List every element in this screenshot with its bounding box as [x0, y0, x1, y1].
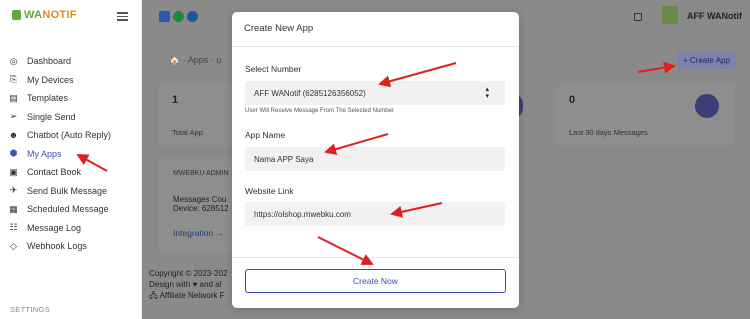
sidebar-menu: ◎ Dashboard ⎘ My Devices ▤ Templates ➢ Single S…: [8, 52, 111, 256]
telegram-icon[interactable]: [187, 11, 198, 22]
send-icon: ➢: [9, 111, 18, 122]
hamburger-menu-icon[interactable]: [117, 12, 128, 23]
sidebar-item-templates[interactable]: ▤ Templates: [8, 89, 111, 108]
sidebar-item-contact-book[interactable]: ▣ Contact Book: [8, 163, 111, 182]
total-app-caption: Total App: [172, 128, 203, 137]
contact-book-icon: ▣: [9, 166, 18, 177]
app-name-input[interactable]: Nama APP Saya: [245, 147, 505, 171]
sidebar-item-message-log[interactable]: ☷ Message Log: [8, 219, 111, 238]
sidebar-item-my-apps[interactable]: ⬢ My Apps: [8, 145, 111, 164]
sidebar-item-label: Scheduled Message: [27, 204, 109, 215]
copy-icon[interactable]: [634, 13, 642, 21]
sidebar-item-label: Dashboard: [27, 56, 72, 67]
app-card-messages: Messages Cou: [173, 195, 227, 204]
dashboard-icon: ◎: [9, 55, 18, 66]
modal-footer-divider: [232, 257, 519, 258]
sidebar-item-chatbot-auto-reply[interactable]: ☻ Chatbot (Auto Reply): [8, 126, 111, 145]
website-link-label: Website Link: [245, 186, 294, 196]
total-app-value: 1: [172, 94, 179, 106]
sidebar-item-label: Single Send: [27, 111, 76, 122]
sidebar-item-label: My Apps: [27, 148, 62, 159]
messages-value: 0: [569, 94, 576, 106]
devices-icon: ⎘: [9, 74, 18, 85]
select-number-dropdown[interactable]: AFF WANotif (6285126356052) ▴ ▾: [245, 81, 505, 105]
sidebar-item-label: Contact Book: [27, 167, 82, 178]
sidebar-item-label: Webhook Logs: [27, 241, 87, 252]
breadcrumb: 🏠 · Apps · u: [169, 55, 222, 65]
bulk-send-icon: ✈: [9, 185, 18, 196]
brand-icon: [12, 10, 21, 20]
whatsapp-icon[interactable]: [173, 11, 184, 22]
log-icon: ☷: [9, 222, 18, 233]
sidebar-item-scheduled-message[interactable]: ▦ Scheduled Message: [8, 200, 111, 219]
select-number-hint: User Will Receive Message From The Selec…: [245, 108, 394, 114]
templates-icon: ▤: [9, 92, 18, 103]
user-name[interactable]: AFF WANotif: [687, 11, 742, 21]
create-now-button[interactable]: Create Now: [245, 269, 506, 293]
sidebar-item-label: My Devices: [27, 74, 74, 85]
footer: Copyright © 2023-202 Design with ♥ and a…: [149, 269, 228, 300]
sidebar-item-dashboard[interactable]: ◎ Dashboard: [8, 52, 111, 71]
select-arrows-icon: ▴ ▾: [485, 86, 489, 100]
apps-icon: ⬢: [9, 148, 18, 159]
sidebar-item-label: Message Log: [27, 222, 82, 233]
calendar-icon: [695, 94, 719, 118]
sidebar-item-send-bulk-message[interactable]: ✈ Send Bulk Message: [8, 182, 111, 201]
create-app-button[interactable]: + Create App: [677, 52, 736, 69]
app-card-device: Device: 628512: [173, 204, 229, 213]
webhook-icon: ◇: [10, 240, 17, 251]
chatbot-icon: ☻: [8, 130, 19, 141]
sidebar-item-single-send[interactable]: ➢ Single Send: [8, 108, 111, 127]
sidebar: WANOTIF ◎ Dashboard ⎘ My Devices ▤ Templates ➢…: [0, 0, 142, 319]
share-icon[interactable]: [159, 11, 170, 22]
sidebar-item-label: Chatbot (Auto Reply): [27, 130, 112, 141]
messages-caption: Last 30 days Messages: [569, 128, 648, 137]
avatar[interactable]: [662, 6, 678, 24]
create-app-modal: Create New App Select Number AFF WANotif…: [232, 12, 519, 308]
modal-title: Create New App: [244, 23, 314, 34]
website-link-input[interactable]: https://olshop.mwebku.com: [245, 202, 505, 226]
app-name-label: App Name: [245, 130, 286, 140]
brand-logo[interactable]: WANOTIF: [12, 9, 77, 21]
select-number-label: Select Number: [245, 64, 302, 74]
calendar-icon: ▦: [9, 203, 18, 214]
sidebar-item-label: Send Bulk Message: [27, 185, 108, 196]
sidebar-item-my-devices[interactable]: ⎘ My Devices: [8, 71, 111, 90]
sidebar-item-webhook-logs[interactable]: ◇ Webhook Logs: [8, 237, 111, 256]
app-card-name: MWEBKU ADMIN: [173, 170, 229, 177]
integration-link[interactable]: Integration →: [173, 228, 224, 238]
sidebar-item-label: Templates: [27, 93, 69, 104]
settings-section-label: SETTINGS: [10, 305, 50, 314]
messages-card: 0 Last 30 days Messages: [557, 84, 734, 146]
modal-header-divider: [232, 46, 519, 47]
